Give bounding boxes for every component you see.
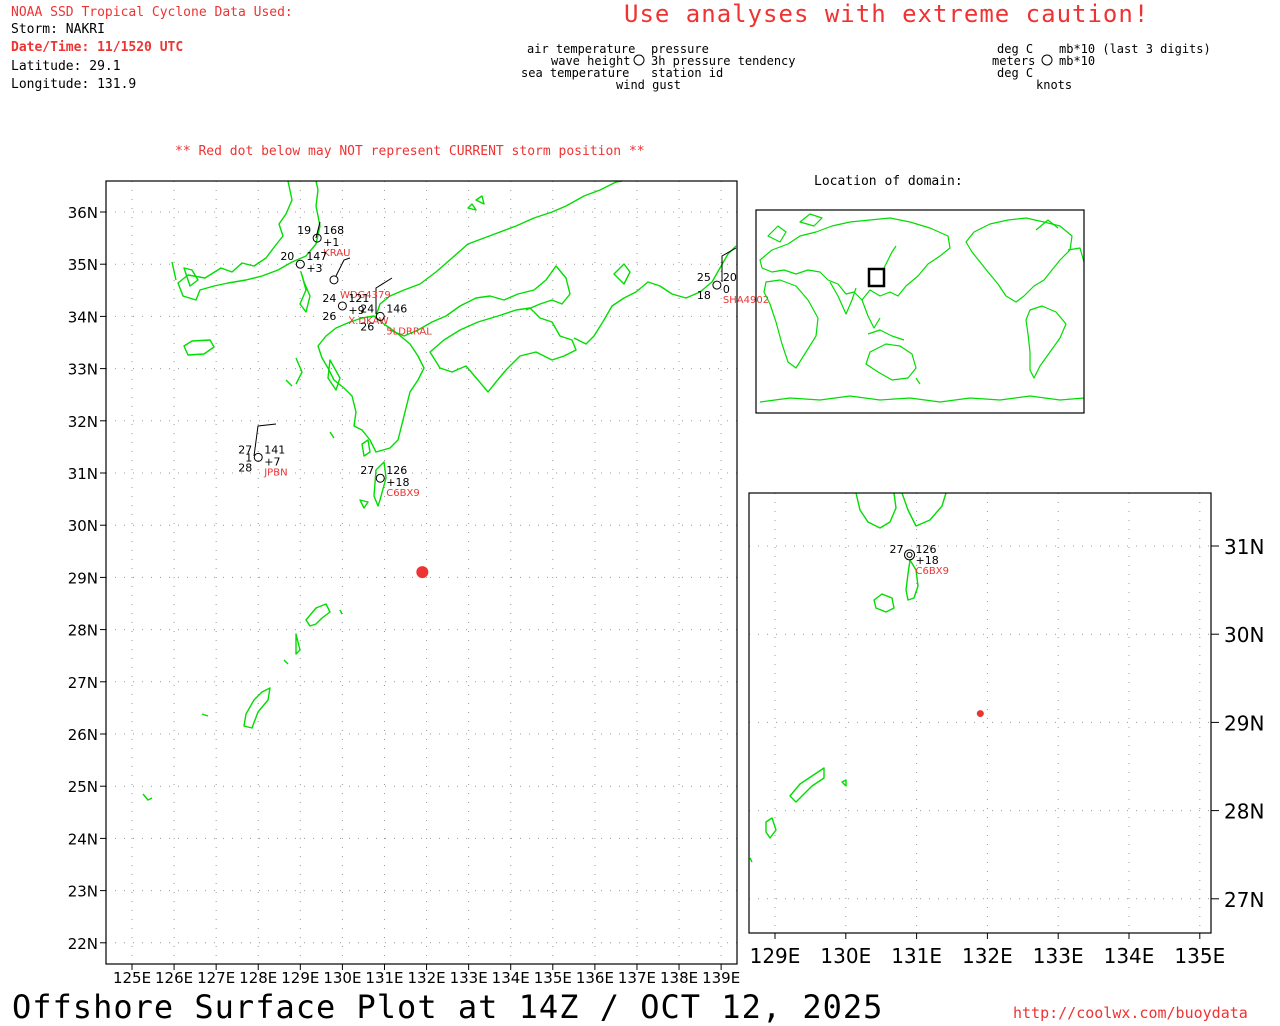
station-air-temp: 27 <box>360 464 374 477</box>
lat-label-29N: 29N <box>68 569 98 587</box>
zoom-lon-label-134E: 134E <box>1104 944 1155 968</box>
lat-label-23N: 23N <box>68 883 98 901</box>
station-circle <box>337 301 347 311</box>
lat-label-27N: 27N <box>68 674 98 692</box>
lon-label-130E: 130E <box>323 969 361 987</box>
lat-label-33N: 33N <box>68 361 98 379</box>
zoom-lat-label-31N: 31N <box>1224 535 1264 559</box>
lon-label-129E: 129E <box>281 969 319 987</box>
lon-label-127E: 127E <box>197 969 235 987</box>
station-tendency: +3 <box>306 262 322 275</box>
station-unnamed: 20 147+3 <box>280 250 327 275</box>
lon-label-136E: 136E <box>576 969 614 987</box>
lat-label-31N: 31N <box>68 465 98 483</box>
main-map-axis-labels: 36N 35N 34N 33N 32N 31N 30N 29N 28N 27N 26N 25N 24N 2… <box>68 204 740 987</box>
lon-label-137E: 137E <box>618 969 656 987</box>
zoom-lon-label-133E: 133E <box>1033 944 1084 968</box>
lon-label-132E: 132E <box>408 969 446 987</box>
lon-label-139E: 139E <box>702 969 740 987</box>
zoom-lon-label-132E: 132E <box>962 944 1013 968</box>
storm-position-dot-zoom[interactable] <box>976 710 984 718</box>
station-id: 5LDRRAL <box>386 326 432 337</box>
zoom-lat-label-30N: 30N <box>1224 623 1264 647</box>
station-air-temp: 24 <box>322 292 336 305</box>
lon-label-138E: 138E <box>660 969 698 987</box>
units-station-circle <box>1041 54 1053 66</box>
station-C6BX9: 27 126+18C6BX9 <box>360 464 419 499</box>
station-JPBN: 27128141+7JPBN <box>238 443 287 478</box>
world-coastlines <box>759 213 1085 403</box>
station-sea-temp: 26 <box>322 310 336 323</box>
lat-label-22N: 22N <box>68 935 98 953</box>
station-5LDRRAL: 24 26 146 5LDRRAL <box>360 302 432 337</box>
station-sea-temp: 26 <box>360 320 374 333</box>
domain-locator-box <box>867 267 886 288</box>
zoom-lon-label-135E: 135E <box>1174 944 1225 968</box>
station-SHA4902: 2518200SHA4902 <box>697 271 769 306</box>
station-id: C6BX9 <box>916 566 949 577</box>
lon-label-126E: 126E <box>155 969 193 987</box>
main-map: 36N 35N 34N 33N 32N 31N 30N 29N 28N 27N 26N 25N 24N 2… <box>68 180 769 987</box>
map-canvas: 36N 35N 34N 33N 32N 31N 30N 29N 28N 27N 26N 25N 24N 2… <box>68 54 1265 987</box>
zoom-lon-label-130E: 130E <box>820 944 871 968</box>
lat-label-34N: 34N <box>68 308 98 326</box>
station-circle <box>712 280 722 290</box>
station-air-temp: 24 <box>360 302 374 315</box>
main-map-coastlines <box>142 180 737 801</box>
station-air-temp: 27 <box>890 543 904 556</box>
station-circle <box>375 473 385 483</box>
station-air-temp: 20 <box>280 250 294 263</box>
station-circle-inner <box>906 551 913 558</box>
zoom-station-plots: 27 126+18C6BX9 <box>890 543 949 577</box>
lat-label-36N: 36N <box>68 204 98 222</box>
lon-label-133E: 133E <box>450 969 488 987</box>
world-locator-map <box>755 209 1085 414</box>
station-id: SHA4902 <box>723 295 769 306</box>
station-circle <box>295 259 305 269</box>
zoom-map-axis-labels: 31N 30N 29N 28N 27N 129E 130E 131E 132E 133E 134E 1… <box>750 535 1265 968</box>
station-pressure: 146 <box>386 302 407 315</box>
lon-label-128E: 128E <box>239 969 277 987</box>
lat-label-24N: 24N <box>68 830 98 848</box>
zoom-map: 31N 30N 29N 28N 27N 129E 130E 131E 132E 133E 134E 1… <box>748 492 1265 968</box>
lon-label-131E: 131E <box>365 969 403 987</box>
lat-label-32N: 32N <box>68 413 98 431</box>
station-circle <box>329 275 339 285</box>
station-plots: 19 168+1KRAU20 147+3WDG43792426121+9X.DKAW… <box>238 224 769 499</box>
station-sea-temp: 28 <box>238 461 252 474</box>
lon-label-134E: 134E <box>492 969 530 987</box>
station-id: JPBN <box>263 467 287 478</box>
zoom-lat-label-27N: 27N <box>1224 888 1264 912</box>
legend-station-circle <box>633 54 645 66</box>
lat-label-35N: 35N <box>68 256 98 274</box>
zoom-lon-label-129E: 129E <box>750 944 801 968</box>
world-map-frame <box>755 209 1085 414</box>
zoom-lon-label-131E: 131E <box>891 944 942 968</box>
lat-label-26N: 26N <box>68 726 98 744</box>
lat-label-30N: 30N <box>68 517 98 535</box>
lat-label-25N: 25N <box>68 778 98 796</box>
zoom-lat-label-29N: 29N <box>1224 711 1264 735</box>
plot-title: Offshore Surface Plot at 14Z / OCT 12, 2… <box>12 988 884 1026</box>
zoom-station-C6BX9: 27 126+18C6BX9 <box>890 543 949 577</box>
lon-label-135E: 135E <box>534 969 572 987</box>
zoom-lat-label-28N: 28N <box>1224 800 1264 824</box>
station-id: C6BX9 <box>386 488 419 499</box>
station-air-temp: 25 <box>697 271 711 284</box>
lon-label-125E: 125E <box>113 969 151 987</box>
station-sea-temp: 18 <box>697 289 711 302</box>
lat-label-28N: 28N <box>68 622 98 640</box>
storm-position-dot[interactable] <box>416 566 429 579</box>
station-air-temp: 19 <box>297 224 311 237</box>
station-circle <box>904 549 916 561</box>
source-url-link[interactable]: http://coolwx.com/buoydata <box>1013 1004 1248 1022</box>
